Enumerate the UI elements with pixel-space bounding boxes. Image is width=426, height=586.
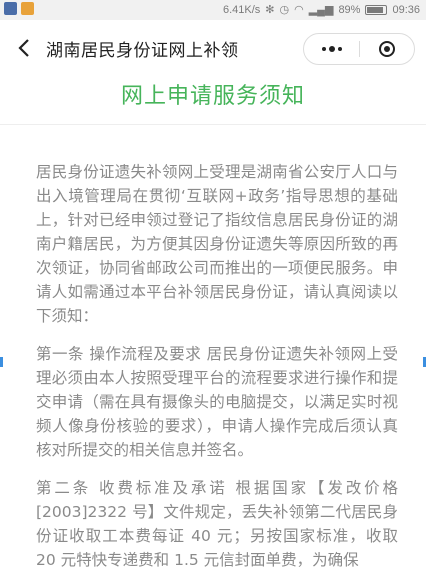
back-arrow-icon[interactable] bbox=[12, 33, 36, 63]
more-dot-icon bbox=[328, 46, 335, 52]
signal-icon: ▂▄▆ bbox=[308, 4, 334, 16]
more-menu-button[interactable] bbox=[304, 34, 359, 64]
close-miniprogram-button[interactable] bbox=[360, 34, 414, 64]
bluetooth-icon: ✻ bbox=[265, 4, 275, 16]
wifi-icon: ◠ bbox=[294, 4, 304, 16]
battery-percent: 89% bbox=[338, 3, 361, 16]
heading-divider bbox=[0, 124, 426, 125]
more-dot-icon bbox=[321, 47, 326, 51]
notice-paragraph-intro: 居民身份证遗失补领网上受理是湖南省公安厅人口与出入境管理局在贯彻‘互联网+政务’… bbox=[36, 163, 398, 325]
edge-marker bbox=[0, 357, 3, 367]
notice-paragraph-article-1: 第一条 操作流程及要求 居民身份证遗失补领网上受理必须由本人按照受理平台的流程要… bbox=[36, 345, 398, 459]
battery-fill bbox=[367, 6, 384, 13]
clock: 09:36 bbox=[392, 3, 420, 16]
notice-paragraph-article-2: 第二条 收费标准及承诺 根据国家【发改价格[2003]2322 号】文件规定，丢… bbox=[36, 479, 398, 569]
network-speed: 6.41K/s bbox=[222, 3, 261, 16]
nav-title: 湖南居民身份证网上补领 bbox=[46, 41, 239, 61]
alarm-icon: ◷ bbox=[279, 4, 290, 16]
battery-icon bbox=[365, 4, 388, 15]
more-dot-icon bbox=[337, 47, 342, 51]
miniprogram-capsule bbox=[303, 33, 415, 65]
notification-icons bbox=[4, 2, 34, 15]
nav-bar: 湖南居民身份证网上补领 bbox=[0, 20, 426, 76]
notice-content: 居民身份证遗失补领网上受理是湖南省公安厅人口与出入境管理局在贯彻‘互联网+政务’… bbox=[36, 160, 398, 586]
status-indicators: 6.41K/s ✻ ◷ ◠ ▂▄▆ 89% 09:36 bbox=[222, 3, 420, 17]
app-notification-icon bbox=[4, 2, 17, 15]
app-notification-icon bbox=[21, 2, 34, 15]
page-heading: 网上申请服务须知 bbox=[120, 84, 305, 109]
status-bar: 6.41K/s ✻ ◷ ◠ ▂▄▆ 89% 09:36 bbox=[0, 0, 426, 20]
target-close-icon bbox=[379, 41, 395, 57]
